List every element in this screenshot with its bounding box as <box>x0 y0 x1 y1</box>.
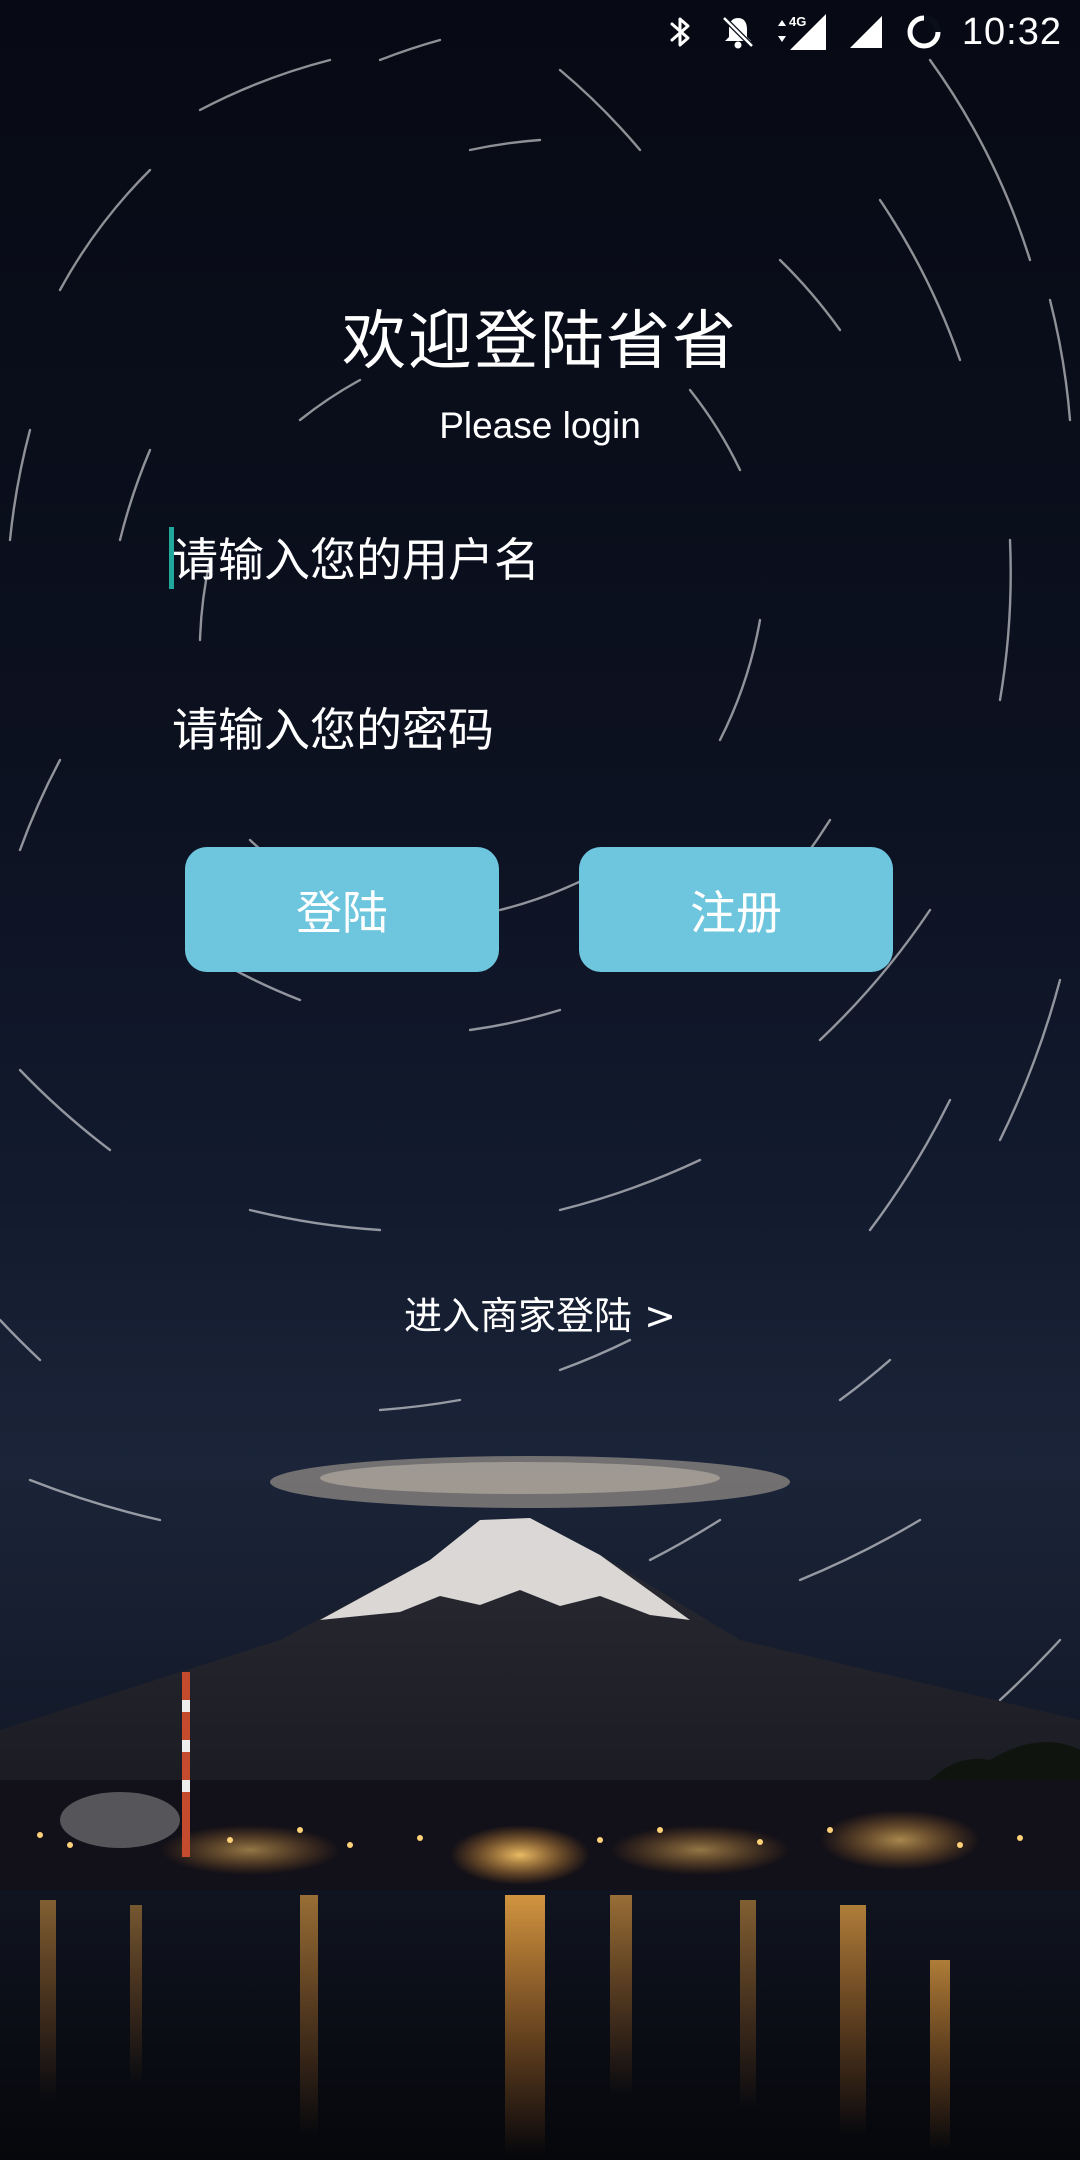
login-button[interactable]: 登陆 <box>185 847 499 972</box>
signal-icon <box>849 16 882 48</box>
page-title: 欢迎登陆省省 <box>342 305 738 379</box>
password-input[interactable] <box>170 690 912 770</box>
status-bar: 4G 10:32 <box>0 0 1080 64</box>
register-button[interactable]: 注册 <box>579 847 893 972</box>
merchant-login-link[interactable]: 进入商家登陆 > <box>0 1285 1080 1340</box>
bluetooth-icon <box>670 17 690 47</box>
text-cursor <box>169 527 174 589</box>
page-subtitle: Please login <box>439 405 641 446</box>
login-screen: 4G 10:32 欢迎登陆省省 Please login 登陆 注册 进入商家登… <box>0 0 1080 2160</box>
username-input[interactable] <box>170 520 912 600</box>
status-icons: 4G 10:32 <box>660 8 1062 56</box>
status-time: 10:32 <box>961 10 1062 53</box>
network-type-label: 4G <box>789 14 806 29</box>
loading-ring-icon <box>907 15 941 49</box>
signal-4g-icon: 4G <box>777 14 826 50</box>
notifications-off-icon <box>722 16 754 49</box>
